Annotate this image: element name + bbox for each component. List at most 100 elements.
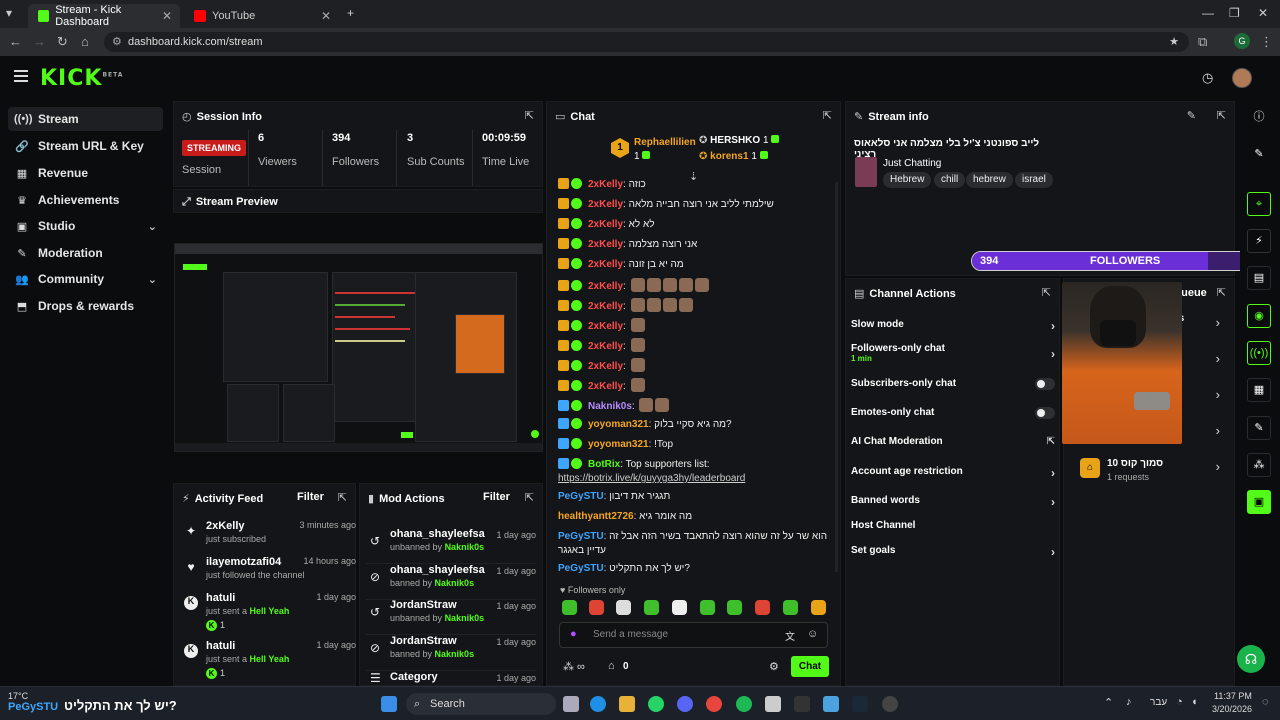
chat-emote[interactable] (630, 338, 645, 352)
chat-emote[interactable] (630, 378, 645, 392)
chevron-right-icon[interactable]: › (1216, 387, 1220, 402)
chat-username[interactable]: PeGySTU (558, 563, 604, 574)
user-avatar[interactable] (1232, 68, 1252, 88)
store-icon[interactable]: ⌂ (608, 660, 615, 672)
chat-username[interactable]: BotRix (588, 459, 620, 470)
chat-username[interactable]: 2xKelly (588, 321, 623, 332)
close-tab-icon[interactable]: ✕ (321, 9, 331, 23)
tray-chevron-icon[interactable]: ⌃ (1104, 696, 1113, 709)
task-view-icon[interactable] (563, 696, 579, 712)
chat-emote[interactable] (646, 298, 661, 312)
chat-emote[interactable] (655, 398, 670, 412)
site-info-icon[interactable]: ⚙ (112, 32, 122, 52)
chat-username[interactable]: 2xKelly (588, 239, 623, 250)
top-supporter-name[interactable]: Rephaellilien (634, 137, 696, 148)
notes-icon[interactable]: ▤ (1247, 266, 1271, 290)
restore-icon[interactable]: ❐ (1229, 6, 1240, 20)
top-supporter-name[interactable]: ✪ HERSHKO 1 (699, 135, 780, 146)
host-channel-row[interactable]: Host Channel (851, 520, 1055, 536)
chat-users-icon[interactable]: ⁂ ∞ (563, 660, 585, 673)
chat-emote[interactable] (662, 298, 677, 312)
mod-action-row[interactable]: ↺ ohana_shayleefsa unbanned by Naknik0s … (366, 528, 536, 564)
clip-icon[interactable]: ⌖ (1247, 192, 1271, 216)
top-supporter-name[interactable]: ✪ korens1 1 (699, 151, 768, 162)
chat-username[interactable]: PeGySTU (558, 491, 604, 502)
chat-username[interactable]: 2xKelly (588, 281, 623, 292)
back-icon[interactable]: ← (9, 34, 22, 49)
subscribers-only-row[interactable]: Subscribers-only chat (851, 378, 1055, 394)
chat-username[interactable]: 2xKelly (588, 361, 623, 372)
chat-message[interactable]: 2xKelly: לא לא (558, 218, 830, 232)
emote[interactable] (562, 600, 577, 615)
chat-username[interactable]: 2xKelly (588, 341, 623, 352)
tab-youtube[interactable]: YouTube ✕ (184, 4, 339, 28)
followers-only-row[interactable]: Followers-only chat 1 min › (851, 343, 1055, 367)
chat-message[interactable]: 2xKelly: מה יא בן זונה (558, 258, 830, 272)
chat-scrollbar[interactable] (835, 182, 838, 572)
windows-start-icon[interactable] (381, 696, 397, 712)
set-goals-row[interactable]: Set goals › (851, 545, 1055, 561)
notepad-icon[interactable] (765, 696, 781, 712)
profile-avatar[interactable]: G (1234, 33, 1250, 49)
chat-username[interactable]: yoyoman321 (588, 419, 649, 430)
stream-preview-video[interactable] (174, 243, 543, 452)
emote[interactable] (700, 600, 715, 615)
extensions-icon[interactable]: ⧉ (1198, 34, 1207, 50)
emote[interactable] (783, 600, 798, 615)
popout-icon[interactable]: ⇱ (338, 491, 347, 504)
chat-message[interactable]: 2xKelly: אני רוצה מצלמה (558, 238, 830, 252)
emote[interactable] (811, 600, 826, 615)
address-bar[interactable]: ⚙ dashboard.kick.com/stream ★ (104, 32, 1189, 52)
chat-username[interactable]: 2xKelly (588, 219, 623, 230)
chat-username[interactable]: PeGySTU (558, 531, 604, 542)
kick-logo[interactable]: KICKBETA (40, 66, 123, 91)
sidebar-item-revenue[interactable]: ▦ Revenue (8, 161, 163, 185)
chat-username[interactable]: healthyantt2726 (558, 511, 634, 522)
chat-message[interactable]: BotRix: Top supporters list: https://botr… (558, 458, 830, 486)
chat-message[interactable]: PeGySTU: תגגיר את דיבון (558, 490, 830, 504)
chat-settings-icon[interactable]: ⚙ (769, 660, 779, 673)
chat-message[interactable]: 2xKelly: (558, 378, 830, 394)
close-tab-icon[interactable]: ✕ (162, 9, 172, 23)
whatsapp-icon[interactable] (648, 696, 664, 712)
browser-menu-icon[interactable]: ⋮ (1260, 34, 1273, 50)
chat-emote[interactable] (630, 298, 645, 312)
chat-emote[interactable] (630, 358, 645, 372)
sidebar-item-achievements[interactable]: ♛ Achievements (8, 188, 163, 212)
close-window-icon[interactable]: ✕ (1258, 6, 1268, 20)
emoji-icon[interactable]: ☺ (807, 628, 818, 640)
hamburger-menu-icon[interactable] (14, 70, 28, 82)
sidebar-item-drops-rewards[interactable]: ⬒ Drops & rewards (8, 294, 163, 318)
chat-username[interactable]: 2xKelly (588, 179, 623, 190)
file-explorer-icon[interactable] (619, 696, 635, 712)
chat-message[interactable]: 2xKelly: (558, 298, 830, 314)
bookmark-star-icon[interactable]: ★ (1169, 32, 1179, 52)
mod-action-row[interactable]: ☰ Category 1 day ago (366, 671, 536, 685)
chat-message[interactable]: Naknik0s: (558, 398, 830, 414)
tab-list-icon[interactable]: ▾ (6, 6, 12, 20)
popout-icon[interactable]: ⇱ (525, 109, 534, 122)
stream-tag[interactable]: hebrew (966, 172, 1013, 188)
sidebar-item-studio[interactable]: ▣ Studio ⌄ (8, 214, 163, 238)
chat-message[interactable]: yoyoman321: מה גיא סקיי בלוק? (558, 418, 830, 432)
mod-action-row[interactable]: ⊘ ohana_shayleefsa banned by Naknik0s 1 … (366, 564, 536, 600)
wifi-icon[interactable]: ◔ (1176, 696, 1183, 708)
community-icon[interactable]: ⁂ (1247, 453, 1271, 477)
new-tab-icon[interactable]: + (347, 6, 354, 20)
chevron-right-icon[interactable]: › (1216, 459, 1220, 474)
sidebar-item-stream-url-key[interactable]: 🔗 Stream URL & Key (8, 134, 163, 158)
feed-item[interactable]: K hatuli just sent a Hell Yeah K 1 1 day… (182, 592, 356, 638)
chat-message[interactable]: 2xKelly: שילמתי לליב אני רוצה חבייה מלאה (558, 198, 830, 212)
popout-icon[interactable]: ⇱ (1042, 286, 1051, 299)
edit-icon[interactable]: ✎ (1247, 143, 1271, 167)
chat-username[interactable]: 2xKelly (588, 301, 623, 312)
chat-message[interactable]: 2xKelly: (558, 358, 830, 374)
raid-icon[interactable]: ⚡ (1247, 229, 1271, 253)
activity-filter-button[interactable]: Filter (297, 491, 324, 503)
steam-icon[interactable] (852, 696, 868, 712)
discord-icon[interactable] (677, 696, 693, 712)
chat-message[interactable]: PeGySTU: הוא שר על זה שהוא רוצה להתאבד ב… (558, 530, 830, 558)
weather-widget[interactable]: 17°C (8, 691, 28, 701)
sidebar-item-moderation[interactable]: ✎ Moderation (8, 241, 163, 265)
chat-emote[interactable] (662, 278, 677, 292)
